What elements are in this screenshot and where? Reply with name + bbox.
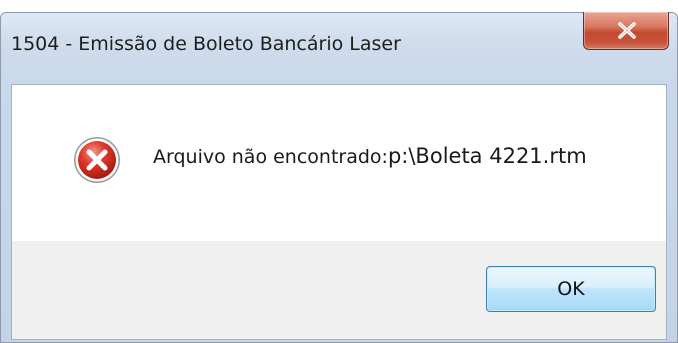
- message-area: Arquivo não encontrado:p:\Boleta 4221.rt…: [12, 85, 666, 241]
- ok-button[interactable]: OK: [486, 266, 656, 312]
- dialog-window: 1504 - Emissão de Boleto Bancário Laser: [0, 12, 678, 343]
- error-message: Arquivo não encontrado:p:\Boleta 4221.rt…: [153, 144, 587, 168]
- error-message-text: Arquivo não encontrado:: [153, 146, 388, 168]
- file-path: p:\Boleta 4221.rtm: [387, 144, 587, 168]
- dialog-content: Arquivo não encontrado:p:\Boleta 4221.rt…: [11, 84, 667, 340]
- window-title: 1504 - Emissão de Boleto Bancário Laser: [11, 33, 401, 55]
- error-icon: [74, 137, 120, 183]
- title-bar[interactable]: 1504 - Emissão de Boleto Bancário Laser: [1, 12, 677, 73]
- close-icon: [618, 22, 636, 39]
- close-button[interactable]: [583, 12, 669, 50]
